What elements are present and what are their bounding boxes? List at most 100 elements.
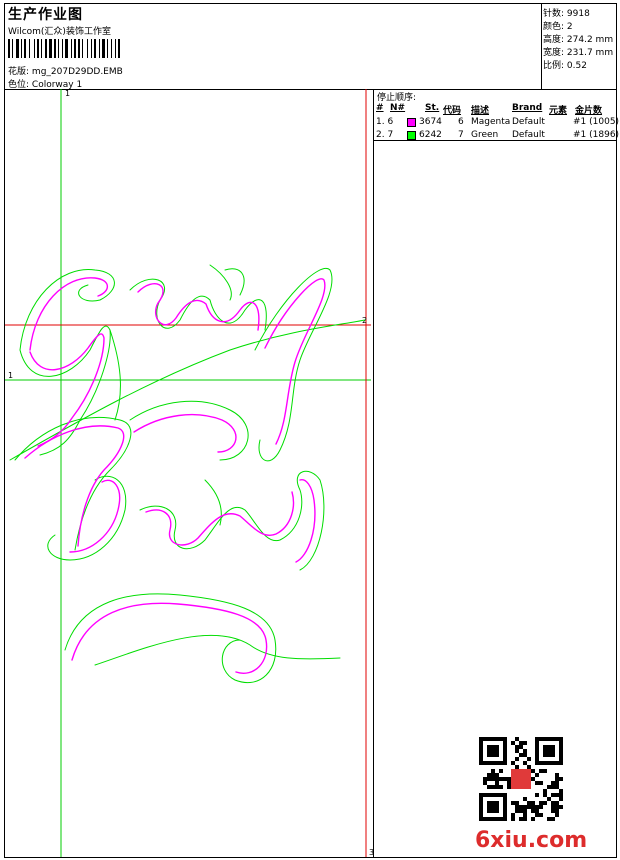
qr-module <box>499 785 503 789</box>
qr-module <box>507 781 511 785</box>
qr-module <box>491 773 495 777</box>
qr-module <box>543 801 547 805</box>
qr-module <box>483 793 487 797</box>
qr-module <box>515 745 519 749</box>
qr-module <box>515 805 519 809</box>
qr-module <box>551 809 555 813</box>
qr-module <box>543 745 547 749</box>
watermark: 6xiu.com <box>475 828 588 853</box>
qr-module <box>515 801 519 805</box>
qr-module <box>551 749 555 753</box>
qr-module <box>511 817 515 821</box>
qr-module <box>535 813 539 817</box>
qr-module <box>535 741 539 745</box>
qr-module <box>479 753 483 757</box>
qr-module <box>483 781 487 785</box>
qr-module <box>511 761 515 765</box>
qr-module <box>559 793 563 797</box>
qr-module <box>479 797 483 801</box>
qr-module <box>519 741 523 745</box>
qr-module <box>535 757 539 761</box>
guide-label-bottom: 3 <box>369 848 374 857</box>
guide-label-top: 1 <box>65 89 70 98</box>
qr-module <box>503 753 507 757</box>
qr-module <box>523 761 527 765</box>
qr-module <box>479 745 483 749</box>
qr-module <box>495 785 499 789</box>
qr-module <box>491 761 495 765</box>
qr-module <box>519 745 523 749</box>
qr-module <box>543 793 547 797</box>
qr-module <box>491 753 495 757</box>
qr-module <box>495 761 499 765</box>
qr-module <box>559 745 563 749</box>
qr-module <box>519 817 523 821</box>
qr-module <box>495 749 499 753</box>
qr-module <box>515 765 519 769</box>
qr-module <box>503 793 507 797</box>
qr-module <box>559 797 563 801</box>
qr-module <box>479 793 483 797</box>
qr-module <box>507 785 511 789</box>
qr-module <box>551 801 555 805</box>
qr-module <box>479 817 483 821</box>
qr-module <box>495 745 499 749</box>
qr-module <box>499 777 503 781</box>
qr-module <box>531 769 535 773</box>
design-canvas: 1 1 2 3 <box>5 89 374 857</box>
qr-code <box>479 737 563 821</box>
qr-module <box>519 753 523 757</box>
qr-module <box>559 789 563 793</box>
qr-module <box>491 785 495 789</box>
qr-module <box>491 745 495 749</box>
qr-module <box>491 793 495 797</box>
qr-module <box>491 737 495 741</box>
qr-module <box>555 785 559 789</box>
qr-module <box>539 781 543 785</box>
qr-module <box>487 753 491 757</box>
qr-module <box>523 809 527 813</box>
qr-module <box>515 757 519 761</box>
qr-module <box>551 805 555 809</box>
qr-module <box>487 761 491 765</box>
qr-module <box>535 749 539 753</box>
qr-module <box>547 797 551 801</box>
embroidery-artwork <box>9 264 366 684</box>
qr-module <box>503 761 507 765</box>
qr-module <box>547 817 551 821</box>
qr-module <box>479 809 483 813</box>
qr-module <box>487 737 491 741</box>
qr-module <box>515 749 519 753</box>
qr-module <box>495 801 499 805</box>
qr-module <box>539 769 543 773</box>
qr-module <box>483 761 487 765</box>
qr-logo <box>511 769 531 789</box>
qr-module <box>555 781 559 785</box>
qr-module <box>555 737 559 741</box>
qr-module <box>479 761 483 765</box>
qr-module <box>503 737 507 741</box>
qr-module <box>551 793 555 797</box>
qr-module <box>519 805 523 809</box>
qr-module <box>499 737 503 741</box>
qr-module <box>535 737 539 741</box>
qr-module <box>479 813 483 817</box>
qr-module <box>539 801 543 805</box>
qr-module <box>551 817 555 821</box>
qr-module <box>543 753 547 757</box>
qr-module <box>535 745 539 749</box>
qr-module <box>479 757 483 761</box>
qr-module <box>527 801 531 805</box>
qr-module <box>479 805 483 809</box>
qr-module <box>551 761 555 765</box>
qr-module <box>523 805 527 809</box>
qr-module <box>547 737 551 741</box>
qr-module <box>495 773 499 777</box>
qr-module <box>559 749 563 753</box>
qr-module <box>503 801 507 805</box>
qr-module <box>555 809 559 813</box>
qr-module <box>555 805 559 809</box>
qr-module <box>483 777 487 781</box>
qr-module <box>495 793 499 797</box>
qr-module <box>491 749 495 753</box>
